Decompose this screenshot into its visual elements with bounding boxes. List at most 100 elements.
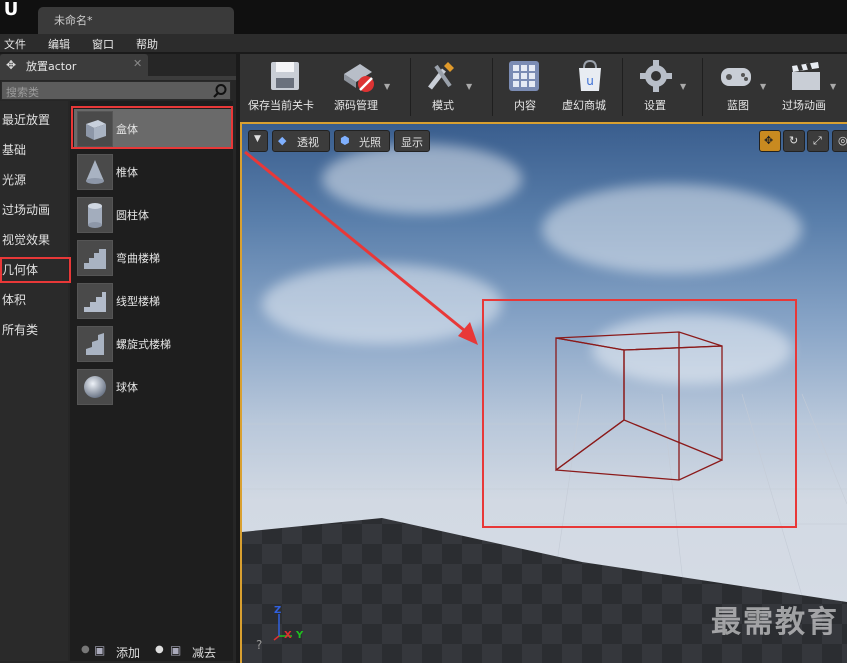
- toolbar-separator: [622, 58, 623, 116]
- category-list: 最近放置 基础 光源 过场动画 视觉效果 几何体 体积 所有类: [0, 101, 68, 661]
- cylinder-icon: [77, 197, 113, 233]
- modes-icon: [428, 62, 454, 90]
- toolbar-separator: [410, 58, 411, 116]
- blueprints-dropdown-icon[interactable]: ▼: [760, 82, 766, 91]
- category-visual-effects[interactable]: 视觉效果: [2, 231, 50, 248]
- marketplace-label: 虚幻商城: [562, 99, 606, 112]
- document-tab-label: 未命名*: [54, 14, 93, 27]
- add-label[interactable]: 添加: [116, 644, 140, 661]
- marketplace-icon: u: [579, 59, 601, 91]
- add-radio[interactable]: ●: [81, 644, 90, 655]
- source-control-label: 源码管理: [334, 99, 378, 112]
- move-icon: ✥: [764, 134, 774, 147]
- scale-mode-button[interactable]: ⤢: [807, 130, 829, 152]
- axis-y-label: Y: [296, 630, 304, 641]
- lit-label: 光照: [359, 136, 381, 149]
- item-linear-stairs-label: 线型楼梯: [116, 295, 160, 308]
- settings-dropdown-icon[interactable]: ▼: [680, 82, 686, 91]
- help-icon[interactable]: ?: [256, 638, 262, 652]
- blueprints-button[interactable]: ▼ 蓝图: [704, 54, 772, 120]
- content-button[interactable]: 内容: [494, 54, 558, 120]
- geometry-category-highlight: [0, 257, 71, 283]
- item-cone-label: 椎体: [116, 166, 138, 179]
- cinematics-dropdown-icon[interactable]: ▼: [830, 82, 836, 91]
- panel-strip: [0, 76, 236, 80]
- category-volumes[interactable]: 体积: [2, 291, 26, 308]
- viewport-options-button[interactable]: ▼: [248, 130, 268, 152]
- item-sphere-label: 球体: [116, 381, 138, 394]
- source-control-icon: [344, 64, 374, 92]
- item-spiral-stairs[interactable]: 螺旋式楼梯: [74, 324, 232, 364]
- category-all-classes[interactable]: 所有类: [2, 321, 38, 338]
- checker-floor: [242, 518, 847, 663]
- perspective-button[interactable]: ◆ 透视: [272, 130, 330, 152]
- sphere-icon: [77, 369, 113, 405]
- item-curved-stairs-label: 弯曲楼梯: [116, 252, 160, 265]
- item-linear-stairs[interactable]: 线型楼梯: [74, 281, 232, 321]
- search-placeholder: 搜索类: [6, 86, 39, 99]
- menu-help[interactable]: 帮助: [136, 36, 158, 52]
- box-item-highlight: [71, 106, 233, 149]
- menu-file[interactable]: 文件: [4, 36, 26, 52]
- category-cinematic[interactable]: 过场动画: [2, 201, 50, 218]
- globe-icon: ◎: [838, 134, 847, 147]
- settings-button[interactable]: ▼ 设置: [624, 54, 700, 120]
- category-recent[interactable]: 最近放置: [2, 111, 50, 128]
- item-curved-stairs[interactable]: 弯曲楼梯: [74, 238, 232, 278]
- item-cylinder-label: 圆柱体: [116, 209, 149, 222]
- menu-bar: 文件 编辑 窗口 帮助: [0, 34, 847, 53]
- modes-dropdown-icon[interactable]: ▼: [466, 82, 472, 91]
- add-brush-icon: ▣: [94, 643, 106, 657]
- gear-icon: [640, 60, 672, 92]
- marketplace-button[interactable]: u 虚幻商城: [558, 54, 622, 120]
- modes-button[interactable]: ▼ 模式: [412, 54, 492, 120]
- rotate-mode-button[interactable]: ↻: [783, 130, 805, 152]
- save-icon: [271, 62, 299, 90]
- axis-x-label: X: [284, 630, 292, 641]
- toolbar-separator: [702, 58, 703, 116]
- spiral-stairs-icon: [77, 326, 113, 362]
- menu-edit[interactable]: 编辑: [48, 36, 70, 52]
- place-icon: ✥: [6, 58, 17, 72]
- unreal-logo: U: [3, 0, 19, 20]
- item-cylinder[interactable]: 圆柱体: [74, 195, 232, 235]
- place-actor-title: 放置actor: [26, 60, 77, 73]
- save-level-button[interactable]: 保存当前关卡: [240, 54, 330, 120]
- source-control-dropdown-icon[interactable]: ▼: [384, 82, 390, 91]
- item-cone[interactable]: 椎体: [74, 152, 232, 192]
- subtract-brush-icon: ▣: [170, 643, 182, 657]
- cinematics-button[interactable]: ▼ 过场动画: [774, 54, 847, 120]
- lit-icon: ⬢: [340, 134, 350, 147]
- level-viewport[interactable]: ▼ ◆ 透视 ⬢ 光照 显示 ✥ ↻ ⤢ ◎ Z X Y ? 最需教育: [242, 124, 847, 663]
- subtract-radio[interactable]: ●: [155, 644, 164, 655]
- curved-stairs-icon: [77, 240, 113, 276]
- world-local-button[interactable]: ◎: [832, 130, 847, 152]
- scale-icon: ⤢: [813, 134, 822, 147]
- translate-mode-button[interactable]: ✥: [759, 130, 781, 152]
- cinematics-label: 过场动画: [782, 99, 826, 112]
- subtract-label[interactable]: 减去: [192, 644, 216, 661]
- content-label: 内容: [514, 99, 536, 112]
- perspective-icon: ◆: [278, 134, 287, 147]
- viewport-scene: [242, 299, 847, 663]
- menu-window[interactable]: 窗口: [92, 36, 114, 52]
- actor-item-list: 盒体 椎体 圆柱体 弯曲楼梯 线型楼梯 螺旋式楼梯 球体: [70, 101, 233, 661]
- search-icon[interactable]: [212, 83, 228, 99]
- place-actor-tab[interactable]: ✥ 放置actor ✕: [0, 54, 148, 76]
- clapperboard-icon: [792, 62, 820, 90]
- category-basic[interactable]: 基础: [2, 141, 26, 158]
- item-spiral-stairs-label: 螺旋式楼梯: [116, 338, 171, 351]
- save-level-label: 保存当前关卡: [248, 99, 314, 112]
- blueprints-label: 蓝图: [727, 99, 749, 112]
- title-bar: U 未命名*: [0, 0, 847, 34]
- search-input[interactable]: 搜索类: [1, 81, 231, 100]
- item-sphere[interactable]: 球体: [74, 367, 232, 407]
- show-button[interactable]: 显示: [394, 130, 430, 152]
- content-icon: [509, 61, 539, 91]
- box-brush-wireframe[interactable]: [555, 331, 723, 481]
- source-control-button[interactable]: ▼ 源码管理: [330, 54, 410, 120]
- document-tab[interactable]: 未命名*: [38, 7, 234, 34]
- lit-button[interactable]: ⬢ 光照: [334, 130, 390, 152]
- category-lights[interactable]: 光源: [2, 171, 26, 188]
- close-icon[interactable]: ✕: [133, 57, 142, 70]
